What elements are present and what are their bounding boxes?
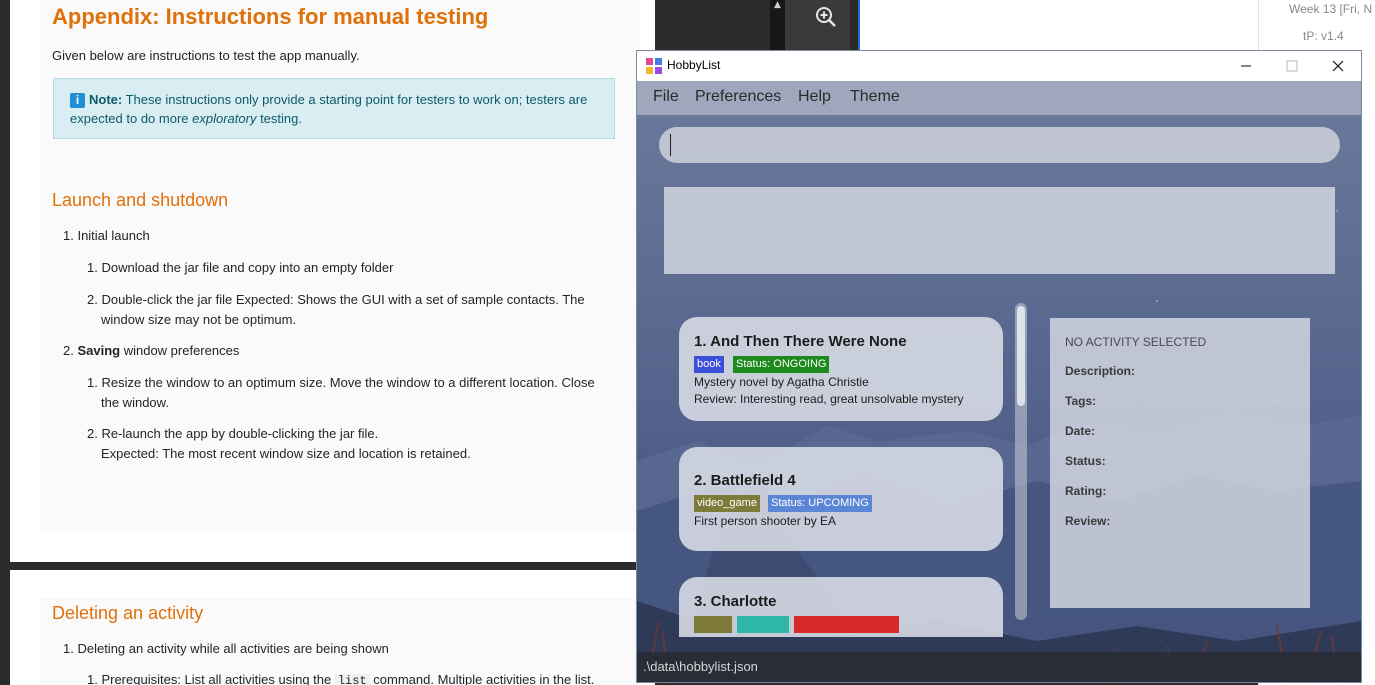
activity-tag: video_game <box>694 495 760 512</box>
detail-header: NO ACTIVITY SELECTED <box>1065 335 1207 349</box>
step-relaunch: 2. Re-launch the app by double-clicking … <box>87 426 379 441</box>
step-saving-bold: Saving <box>77 343 121 358</box>
activity-title: 1. And Then There Were None <box>694 333 907 350</box>
manual-testing-doc-page: Appendix: Instructions for manual testin… <box>0 0 655 562</box>
step-delete-shown: 1. Deleting an activity while all activi… <box>63 641 389 656</box>
doc-heading: Appendix: Instructions for manual testin… <box>52 4 489 29</box>
activity-title: 3. Charlotte <box>694 593 777 610</box>
close-icon <box>1332 60 1344 72</box>
step-resize-cont: the window. <box>101 395 169 410</box>
step-saving-rest: window preferences <box>120 343 240 358</box>
result-display <box>664 187 1335 274</box>
minimize-button[interactable] <box>1223 51 1269 81</box>
step-saving-num: 2. <box>63 343 74 358</box>
menu-bar: File Preferences Help Theme <box>637 81 1361 115</box>
activity-card[interactable]: 1. And Then There Were None book Status:… <box>679 317 1003 421</box>
prereq-text-b: command. Multiple activities in the list… <box>369 672 595 685</box>
detail-tags-label: Tags: <box>1065 394 1097 408</box>
step-initial-launch: 1. Initial launch <box>63 228 150 243</box>
step-saving-prefs: 2. Saving window preferences <box>63 341 239 361</box>
activity-status: Status: UPCOMING <box>768 495 872 512</box>
note-box: i Note: These instructions only provide a… <box>53 78 615 139</box>
section-title-launch: Launch and shutdown <box>52 190 229 210</box>
zoom-in-icon[interactable] <box>815 6 837 28</box>
note-emphasis: exploratory <box>192 111 257 126</box>
activity-description: First person shooter by EA <box>694 514 837 528</box>
detail-status-label: Status: <box>1065 454 1106 468</box>
step-prerequisites: 1. Prerequisites: List all activities us… <box>87 670 594 685</box>
scroll-up-arrow-icon[interactable]: ▲ <box>770 0 785 10</box>
section-title-delete: Deleting an activity <box>52 603 204 623</box>
activity-tag <box>694 616 732 633</box>
step-download-jar: 1. Download the jar file and copy into a… <box>87 260 394 275</box>
scrollbar-thumb[interactable] <box>1017 306 1025 406</box>
activity-list-scrollbar[interactable] <box>1015 303 1027 620</box>
detail-review-label: Review: <box>1065 514 1111 528</box>
window-title: HobbyList <box>667 58 721 72</box>
activity-review: Review: Interesting read, great unsolvab… <box>694 392 964 406</box>
step-resize: 1. Resize the window to an optimum size.… <box>87 375 595 390</box>
app-client-area: File Preferences Help Theme 1. And Then … <box>637 81 1361 682</box>
manual-testing-doc-page-2: Deleting an activity 1. Deleting an acti… <box>0 570 655 685</box>
activity-tag: book <box>694 356 724 373</box>
week-label: Week 13 [Fri, N <box>1289 2 1373 16</box>
version-label: tP: v1.4 <box>1303 29 1344 43</box>
menu-file[interactable]: File <box>653 88 679 106</box>
prereq-text-a: 1. Prerequisites: List all activities us… <box>87 672 335 685</box>
info-icon: i <box>70 93 85 108</box>
activity-status <box>794 616 899 633</box>
close-button[interactable] <box>1315 51 1361 81</box>
window-titlebar[interactable]: HobbyList <box>637 51 1361 81</box>
menu-help[interactable]: Help <box>798 88 831 106</box>
activity-card[interactable]: 2. Battlefield 4 video_game Status: UPCO… <box>679 447 1003 551</box>
activity-tag <box>737 616 789 633</box>
step-relaunch-expected: Expected: The most recent window size an… <box>101 446 471 461</box>
activity-status: Status: ONGOING <box>733 356 830 373</box>
minimize-icon <box>1241 65 1251 67</box>
maximize-icon <box>1286 60 1298 72</box>
menu-theme[interactable]: Theme <box>850 88 900 106</box>
data-file-path: .\data\hobbylist.json <box>643 659 758 674</box>
activity-detail-panel: NO ACTIVITY SELECTED Description: Tags: … <box>1050 318 1310 608</box>
activity-title: 2. Battlefield 4 <box>694 472 796 489</box>
note-label: Note: <box>89 92 123 107</box>
step-double-click: 2. Double-click the jar file Expected: S… <box>87 292 585 307</box>
step-double-click-cont: window size may not be optimum. <box>101 312 297 327</box>
detail-date-label: Date: <box>1065 424 1096 438</box>
note-text-b: testing. <box>256 111 302 126</box>
text-cursor <box>670 134 671 156</box>
maximize-button[interactable] <box>1269 51 1315 81</box>
app-icon <box>646 58 662 74</box>
activity-card[interactable]: 3. Charlotte <box>679 577 1003 637</box>
hobbylist-window: HobbyList File Preferences Help Theme 1.… <box>636 50 1362 683</box>
detail-rating-label: Rating: <box>1065 484 1107 498</box>
status-bar: .\data\hobbylist.json <box>637 652 1361 682</box>
menu-preferences[interactable]: Preferences <box>695 88 781 106</box>
list-command-code: list <box>334 674 370 685</box>
activity-description: Mystery novel by Agatha Christie <box>694 375 869 389</box>
doc-intro: Given below are instructions to test the… <box>52 48 360 63</box>
note-text-a: These instructions only provide a starti… <box>70 92 588 126</box>
detail-description-label: Description: <box>1065 364 1136 378</box>
command-input[interactable] <box>659 127 1340 163</box>
